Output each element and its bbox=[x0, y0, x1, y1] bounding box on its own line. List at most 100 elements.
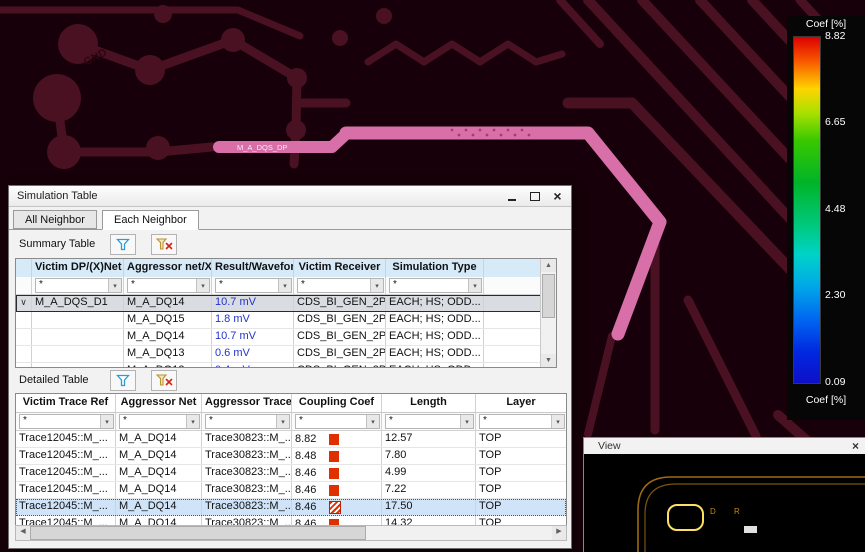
scroll-left-icon[interactable]: ◀ bbox=[16, 526, 30, 540]
scrollbar-thumb[interactable] bbox=[30, 526, 367, 540]
summary-table: Victim DP/(X)Net Aggressor net/Xnet Resu… bbox=[15, 258, 557, 368]
dropdown-arrow-icon[interactable]: ▾ bbox=[366, 415, 379, 428]
header-coupling-coef[interactable]: Coupling Coef bbox=[292, 394, 382, 412]
detailed-row[interactable]: Trace12045::M_... M_A_DQ14 Trace30823::M… bbox=[16, 448, 566, 465]
dropdown-arrow-icon[interactable]: ▾ bbox=[100, 415, 113, 428]
result-link[interactable]: 10.7 mV bbox=[212, 295, 294, 311]
clear-filter-icon bbox=[155, 237, 173, 250]
summary-clear-filter-button[interactable] bbox=[151, 233, 178, 255]
filter-combo-coupling[interactable]: * ▾ bbox=[295, 414, 380, 429]
tab-all-neighbor[interactable]: All Neighbor bbox=[13, 210, 97, 229]
filter-combo-result[interactable]: * ▾ bbox=[215, 278, 292, 293]
filter-combo-layer[interactable]: * ▾ bbox=[479, 414, 565, 429]
result-link[interactable]: 0.6 mV bbox=[212, 346, 294, 362]
view-panel-titlebar[interactable]: View × bbox=[584, 438, 865, 455]
cell-coupling-coef: 8.46 bbox=[292, 499, 382, 515]
header-aggressor-net[interactable]: Aggressor net/Xnet bbox=[124, 259, 212, 277]
result-link[interactable]: 10.7 mV bbox=[212, 329, 294, 345]
legend-tick: 0.09 bbox=[825, 376, 846, 388]
minimize-button[interactable] bbox=[503, 189, 520, 204]
tab-each-neighbor[interactable]: Each Neighbor bbox=[101, 210, 199, 230]
summary-row[interactable]: M_A_DQ13 0.6 mV CDS_BI_GEN_2P... EACH; H… bbox=[16, 346, 541, 363]
cell-coupling-coef: 8.82 bbox=[292, 431, 382, 447]
cell-aggressor-net: M_A_DQ14 bbox=[124, 295, 212, 311]
coef-legend: Coef [%] 8.82 6.65 4.48 2.30 0.09 Coef [… bbox=[787, 16, 865, 420]
scrollbar-thumb[interactable] bbox=[542, 274, 555, 318]
header-aggressor-net[interactable]: Aggressor Net bbox=[116, 394, 202, 412]
filter-combo-aggressor[interactable]: * ▾ bbox=[127, 278, 210, 293]
detailed-filter-button[interactable] bbox=[110, 369, 136, 391]
vertical-scrollbar[interactable]: ▲ ▼ bbox=[540, 259, 556, 367]
filter-combo-aggressor-trace[interactable]: * ▾ bbox=[205, 414, 290, 429]
cell-victim-trace: Trace12045::M_... bbox=[16, 499, 116, 515]
close-button[interactable]: × bbox=[549, 189, 566, 204]
cell-aggressor-trace: Trace30823::M_... bbox=[202, 448, 292, 464]
cell-length: 12.57 bbox=[382, 431, 476, 447]
header-simulation-type[interactable]: Simulation Type bbox=[386, 259, 484, 277]
coupling-coef-bar bbox=[329, 433, 339, 445]
cell-aggressor-net: M_A_DQ14 bbox=[116, 482, 202, 498]
maximize-button[interactable] bbox=[526, 189, 543, 204]
header-tree bbox=[16, 259, 32, 277]
filter-combo-aggressor-net[interactable]: * ▾ bbox=[119, 414, 200, 429]
dropdown-arrow-icon[interactable]: ▾ bbox=[278, 279, 291, 292]
filter-combo-victim-trace[interactable]: * ▾ bbox=[19, 414, 114, 429]
cell-victim-trace: Trace12045::M_... bbox=[16, 482, 116, 498]
filter-combo-simtype[interactable]: * ▾ bbox=[389, 278, 482, 293]
cell-victim-receiver: CDS_BI_GEN_2P... bbox=[294, 329, 386, 345]
view-canvas: D R bbox=[584, 454, 865, 552]
filter-combo-victim[interactable]: * ▾ bbox=[35, 278, 122, 293]
header-aggressor-trace-ref[interactable]: Aggressor Trace Ref bbox=[202, 394, 292, 412]
cell-aggressor-net: M_A_DQ14 bbox=[116, 448, 202, 464]
summary-row[interactable]: M_A_DQ14 10.7 mV CDS_BI_GEN_2P... EACH; … bbox=[16, 329, 541, 346]
view-panel: View × D R bbox=[583, 437, 865, 552]
dropdown-arrow-icon[interactable]: ▾ bbox=[460, 415, 473, 428]
legend-title-top: Coef [%] bbox=[805, 18, 847, 30]
header-length[interactable]: Length bbox=[382, 394, 476, 412]
summary-row[interactable]: ∨ M_A_DQS_D1 M_A_DQ14 10.7 mV CDS_BI_GEN… bbox=[16, 295, 541, 312]
cell-victim-net bbox=[32, 329, 124, 345]
detailed-row-selected[interactable]: Trace12045::M_... M_A_DQ14 Trace30823::M… bbox=[16, 499, 566, 516]
dropdown-arrow-icon[interactable]: ▾ bbox=[370, 279, 383, 292]
cell-layer: TOP bbox=[479, 432, 502, 444]
scrollbar-track[interactable] bbox=[30, 526, 552, 540]
cell-victim-receiver: CDS_BI_GEN_2P... bbox=[294, 346, 386, 362]
filter-combo-length[interactable]: * ▾ bbox=[385, 414, 474, 429]
filter-combo-receiver[interactable]: * ▾ bbox=[297, 278, 384, 293]
detailed-row[interactable]: Trace12045::M_... M_A_DQ14 Trace30823::M… bbox=[16, 482, 566, 499]
dropdown-arrow-icon[interactable]: ▾ bbox=[108, 279, 121, 292]
detailed-clear-filter-button[interactable] bbox=[151, 369, 177, 391]
scroll-right-icon[interactable]: ▶ bbox=[552, 526, 566, 540]
legend-tick: 6.65 bbox=[825, 116, 846, 128]
cell-simulation-type: EACH; HS; ODD... bbox=[386, 312, 484, 328]
header-victim-trace-ref[interactable]: Victim Trace Ref bbox=[16, 394, 116, 412]
header-victim-net[interactable]: Victim DP/(X)Net bbox=[32, 259, 124, 277]
summary-row[interactable]: M_A_DQ15 1.8 mV CDS_BI_GEN_2P... EACH; H… bbox=[16, 312, 541, 329]
summary-filter-button[interactable] bbox=[110, 233, 137, 255]
detailed-row[interactable]: Trace12045::M_... M_A_DQ14 Trace30823::M… bbox=[16, 465, 566, 482]
dropdown-arrow-icon[interactable]: ▾ bbox=[186, 415, 199, 428]
cell-simulation-type: EACH; HS; ODD... bbox=[386, 346, 484, 362]
detailed-toolbar: Detailed Table bbox=[19, 368, 561, 392]
detailed-table-label: Detailed Table bbox=[19, 374, 89, 386]
view-panel-title: View bbox=[598, 440, 621, 452]
dropdown-arrow-icon[interactable]: ▾ bbox=[276, 415, 289, 428]
dropdown-arrow-icon[interactable]: ▾ bbox=[196, 279, 209, 292]
maximize-icon bbox=[529, 191, 540, 201]
cell-length: 7.22 bbox=[382, 482, 476, 498]
detailed-row[interactable]: Trace12045::M_... M_A_DQ14 Trace30823::M… bbox=[16, 431, 566, 448]
scroll-up-icon[interactable]: ▲ bbox=[541, 259, 556, 272]
scroll-down-icon[interactable]: ▼ bbox=[541, 354, 556, 367]
header-layer[interactable]: Layer bbox=[476, 394, 566, 412]
window-titlebar[interactable]: Simulation Table × bbox=[9, 186, 571, 207]
coupling-coef-bar bbox=[329, 484, 339, 496]
view-panel-close-icon[interactable]: × bbox=[852, 439, 865, 453]
dropdown-arrow-icon[interactable]: ▾ bbox=[551, 415, 564, 428]
header-result-waveform[interactable]: Result/Waveform L bbox=[212, 259, 294, 277]
header-victim-receiver[interactable]: Victim Receiver bbox=[294, 259, 386, 277]
result-link[interactable]: 1.8 mV bbox=[212, 312, 294, 328]
expander-icon[interactable]: ∨ bbox=[19, 295, 28, 310]
cell-victim-receiver: CDS_BI_GEN_2P... bbox=[294, 295, 386, 311]
horizontal-scrollbar[interactable]: ◀ ▶ bbox=[15, 525, 567, 541]
dropdown-arrow-icon[interactable]: ▾ bbox=[468, 279, 481, 292]
